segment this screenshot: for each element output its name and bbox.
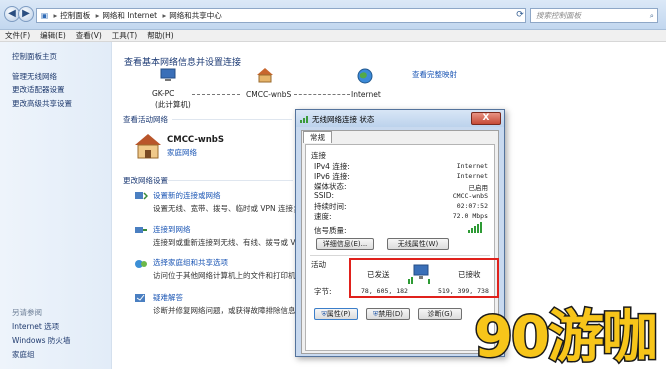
map-network[interactable] [255,67,275,85]
breadcrumb-item[interactable]: 网络和 Internet [102,11,157,20]
map-network-name: CMCC-wnbS [246,90,292,99]
task-setup-connection-desc: 设置无线、宽带、拨号、临时或 VPN 连接；或 [153,204,309,213]
address-bar: ◀ ▶ ▣ ▸ 控制面板 ▸ 网络和 Internet ▸ 网络和共享中心 ⟳ 搜索控… [0,0,666,30]
troubleshoot-icon [135,294,145,302]
task-homegroup-desc: 访问位于其他网络计算机上的文件和打印机， [153,271,303,280]
see-also-firewall[interactable]: Windows 防火墙 [12,335,70,346]
left-link-home[interactable]: 控制面板主页 [12,51,57,62]
disable-button-label: 禁用(D) [378,310,404,318]
properties-button[interactable]: ⛨属性(P) [314,308,358,320]
map-pc-sub: (此计算机) [155,100,191,109]
speed-value: 72.0 Mbps [452,212,488,220]
signal-quality-label: 信号质量: [314,226,347,235]
menu-tools[interactable]: 工具(T) [107,30,142,42]
change-settings-title: 更改网络设置 [123,176,168,185]
divider [310,255,490,256]
left-link-manage-wireless[interactable]: 管理无线网络 [12,71,57,82]
divider [168,180,293,181]
disable-button[interactable]: ⛨禁用(D) [366,308,410,320]
connect-network-icon [135,227,147,233]
map-line [192,94,240,95]
menu-view[interactable]: 查看(V) [71,30,107,42]
speed-label: 速度: [314,212,332,221]
left-link-advanced-sharing[interactable]: 更改高级共享设置 [12,98,72,109]
task-connect-network-desc: 连接到或重新连接到无线、有线、拨号或 VPN [153,238,306,247]
ssid-value: CMCC-wnbS [452,192,488,200]
map-pc[interactable] [148,68,188,84]
ssid-label: SSID: [314,191,335,200]
task-setup-connection-link[interactable]: 设置新的连接或网络 [153,190,221,201]
diagnose-button[interactable]: 诊断(G) [418,308,462,320]
active-network-name: CMCC-wnbS [167,135,225,145]
active-network-type-link[interactable]: 家庭网络 [167,147,197,158]
activity-highlight-box [349,258,499,298]
details-button[interactable]: 详细信息(E)... [316,238,374,250]
duration-value: 02:07:52 [456,202,488,210]
computer-icon [160,68,176,81]
task-troubleshoot-desc: 诊断并修复网络问题，或获得故障排除信息。 [153,306,303,315]
search-input[interactable]: 搜索控制面板 ⌕ [530,8,658,23]
breadcrumb-item[interactable]: 网络和共享中心 [169,11,222,20]
task-homegroup-link[interactable]: 选择家庭组和共享选项 [153,257,228,268]
see-also-label: 另请参阅 [12,308,42,317]
dialog-titlebar[interactable]: 无线网络连接 状态 X [296,110,504,127]
menu-file[interactable]: 文件(F) [0,30,35,42]
address-field[interactable]: ▣ ▸ 控制面板 ▸ 网络和 Internet ▸ 网络和共享中心 [36,8,526,23]
activity-group-label: 活动 [311,260,326,269]
search-placeholder: 搜索控制面板 [536,11,581,20]
globe-icon [357,68,373,84]
house-icon [257,68,273,83]
homegroup-icon [135,260,147,268]
ipv4-value: Internet [456,162,488,170]
dialog-title: 无线网络连接 状态 [312,115,375,124]
map-pc-name: GK-PC [152,89,175,98]
new-connection-icon [135,192,148,200]
task-connect-network-link[interactable]: 连接到网络 [153,224,191,235]
menu-help[interactable]: 帮助(H) [142,30,179,42]
connection-group-label: 连接 [311,151,326,160]
menu-bar: 文件(F) 编辑(E) 查看(V) 工具(T) 帮助(H) [0,30,666,42]
left-link-adapter[interactable]: 更改适配器设置 [12,84,65,95]
menu-edit[interactable]: 编辑(E) [35,30,71,42]
see-also-internet-options[interactable]: Internet 选项 [12,321,59,332]
breadcrumb-item[interactable]: 控制面板 [60,11,90,20]
task-troubleshoot-link[interactable]: 疑难解答 [153,292,183,303]
refresh-icon[interactable]: ⟳ [514,8,526,23]
forward-button[interactable]: ▶ [18,6,34,22]
see-also-homegroup[interactable]: 家庭组 [12,349,35,360]
media-state-value: 已启用 [468,184,489,192]
general-panel: 连接 IPv4 连接: Internet IPv6 连接: Internet 媒… [305,144,495,351]
signal-icon [300,116,308,123]
map-line [294,94,350,95]
close-button[interactable]: X [471,112,501,125]
view-full-map-link[interactable]: 查看完整映射 [412,69,457,80]
left-pane: 控制面板主页 管理无线网络 更改适配器设置 更改高级共享设置 另请参阅 Inte… [0,42,112,369]
map-internet[interactable] [355,68,375,86]
page-title: 查看基本网络信息并设置连接 [124,58,242,68]
active-networks-title: 查看活动网络 [123,115,168,124]
search-icon[interactable]: ⌕ [650,9,654,22]
properties-button-label: 属性(P) [326,310,351,318]
control-panel-icon: ▣ [41,11,49,20]
bytes-label: 字节: [314,287,332,296]
signal-bars-icon [468,222,482,233]
home-network-icon [135,134,161,159]
tab-general[interactable]: 常规 [303,131,332,143]
ipv6-value: Internet [456,172,488,180]
wireless-properties-button[interactable]: 无线属性(W) [387,238,449,250]
divider [172,119,292,120]
watermark-logo: 90游咖 [473,304,660,367]
map-internet-label: Internet [351,90,381,99]
watermark-text: 90游咖 [474,305,656,366]
